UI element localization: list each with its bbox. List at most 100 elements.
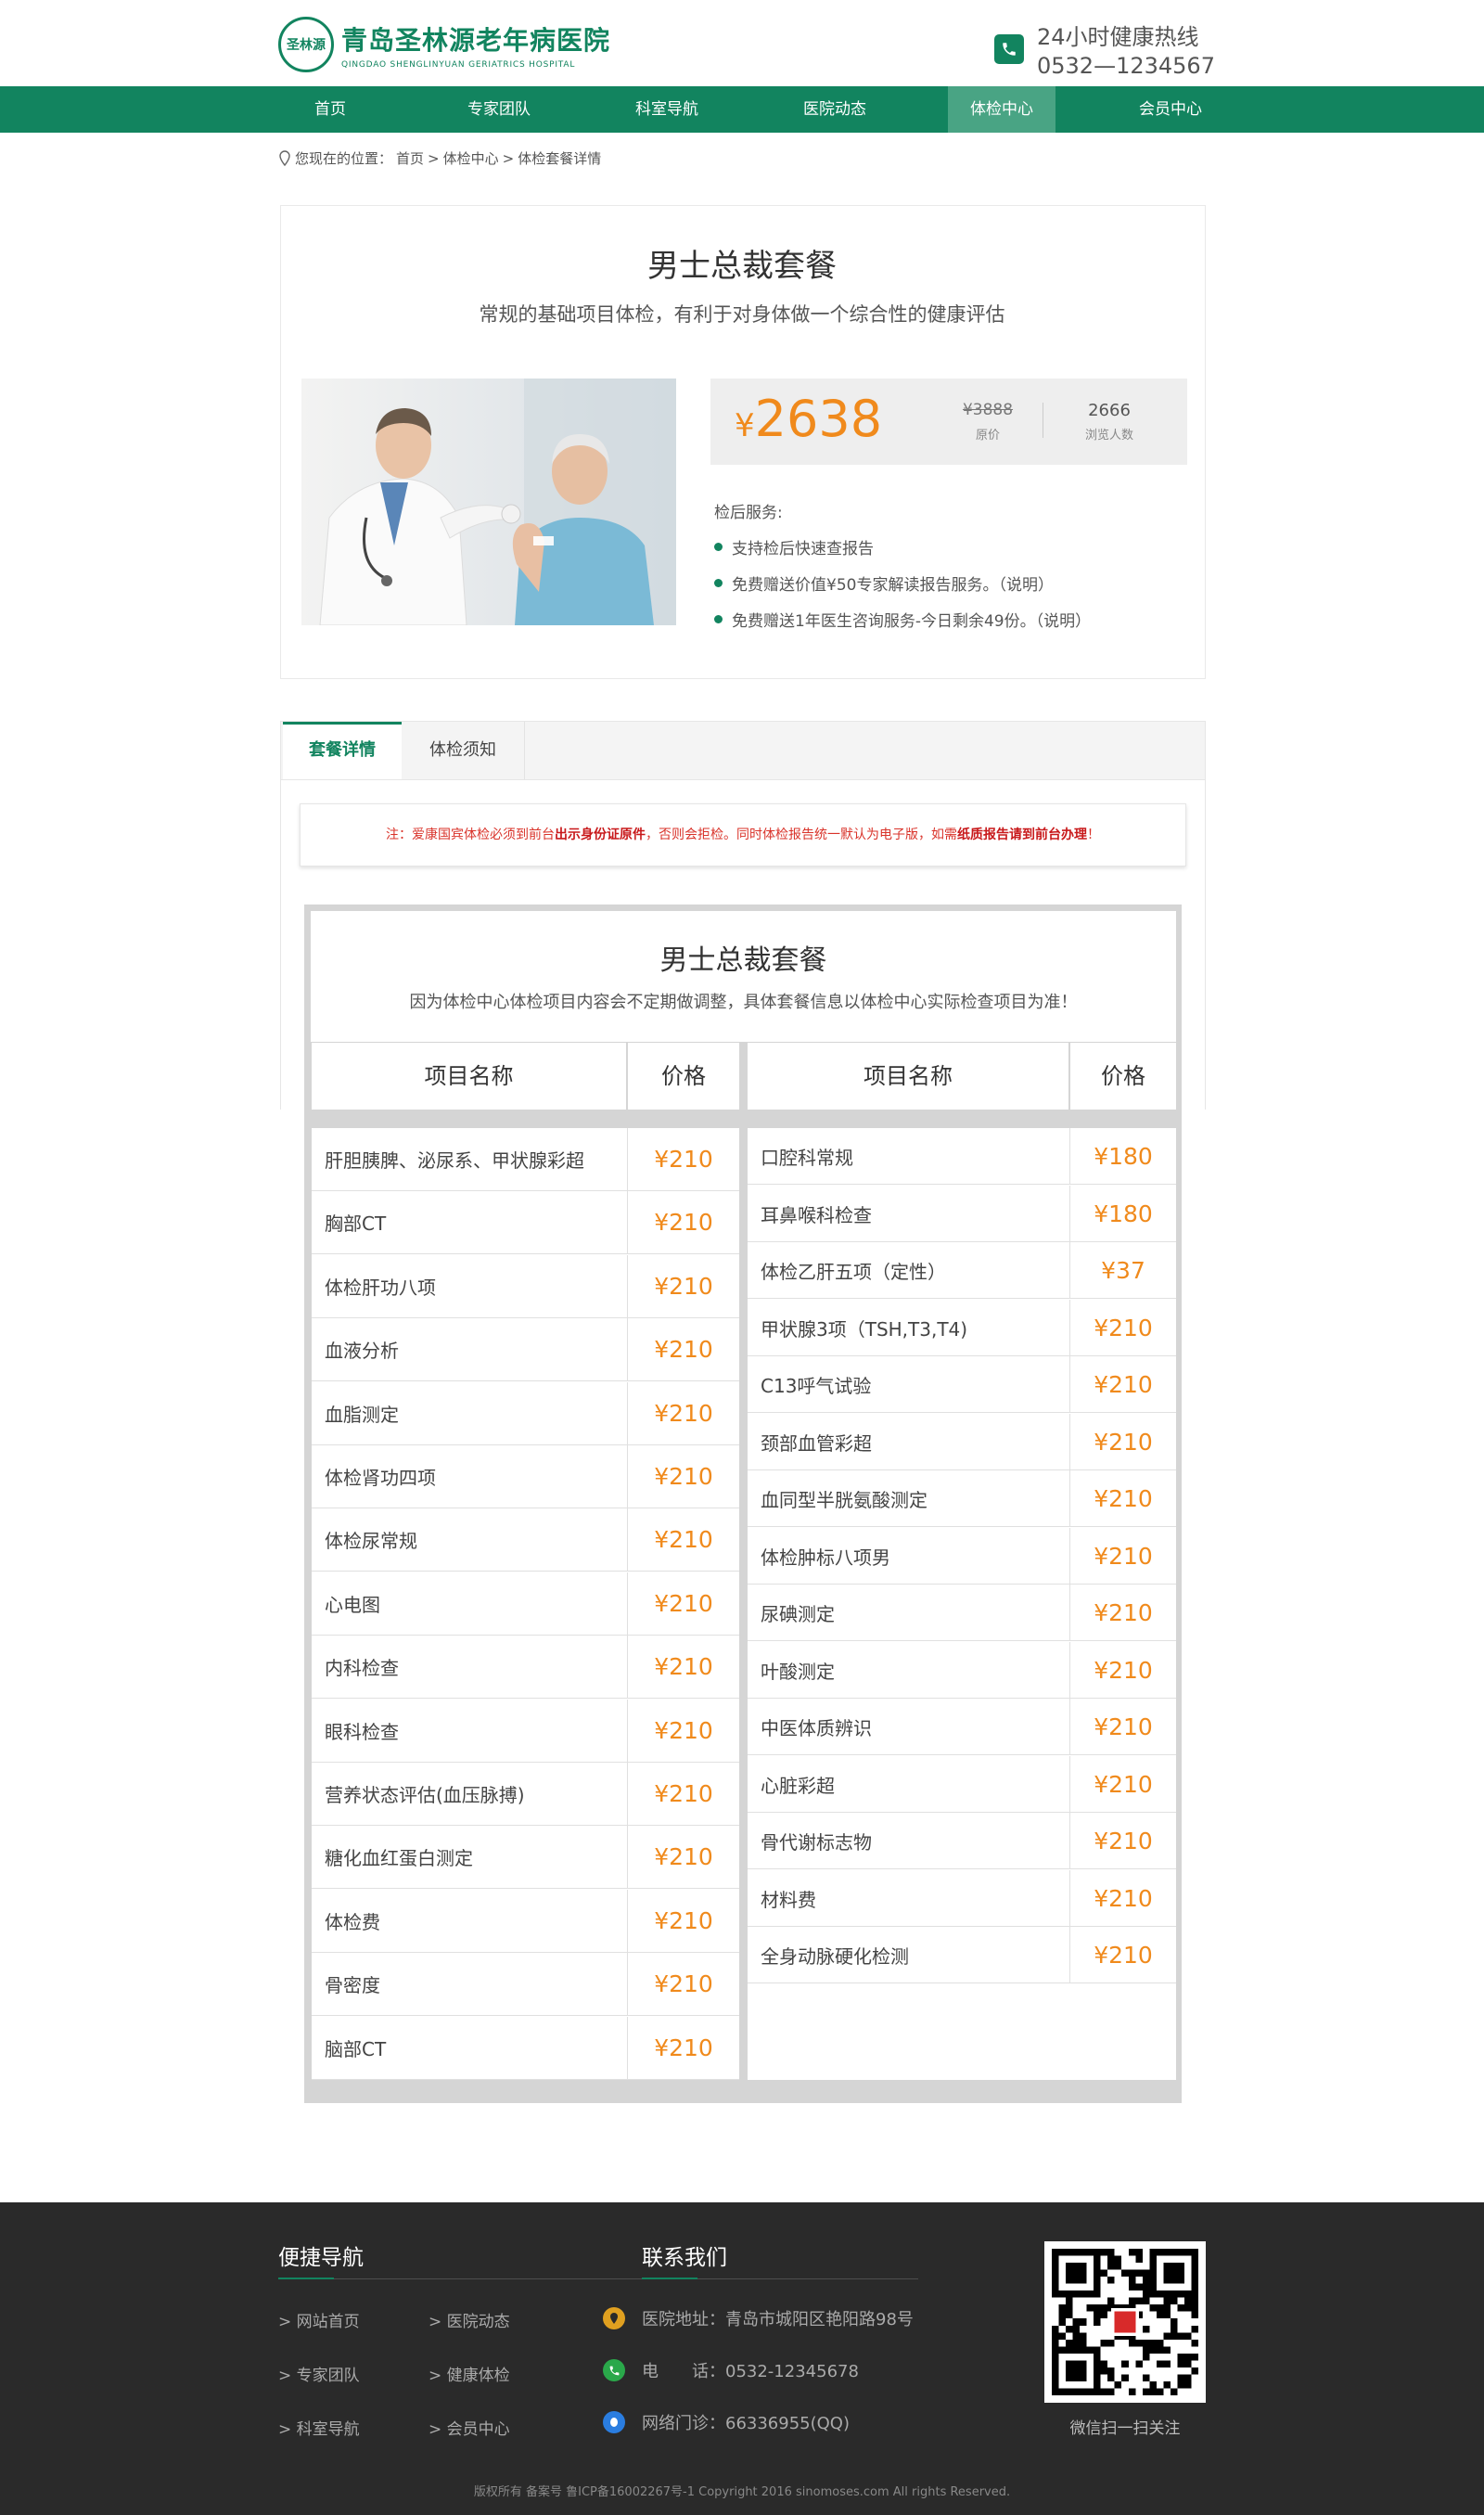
table-row: 骨代谢标志物 ¥210: [748, 1813, 1176, 1869]
item-name: 体检尿常规: [312, 1508, 628, 1571]
item-price: ¥180: [1094, 1142, 1153, 1170]
item-price: ¥210: [1094, 1941, 1153, 1969]
breadcrumb-checkup[interactable]: 体检中心: [443, 148, 499, 168]
hotline: 24小时健康热线 0532—1234567: [994, 19, 1215, 79]
services-title: 检后服务:: [714, 504, 783, 522]
item-name: 耳鼻喉科检查: [748, 1186, 1070, 1241]
table-row: 骨密度 ¥210: [312, 1953, 739, 2016]
nav-item-departments[interactable]: 科室导航: [583, 86, 750, 133]
breadcrumb-separator: >: [428, 149, 440, 167]
footer-link-departments[interactable]: > 科室导航: [278, 2416, 360, 2439]
item-name: 体检肾功四项: [312, 1445, 628, 1508]
col-header-name: 项目名称: [312, 1043, 626, 1110]
nav-item-home[interactable]: 首页: [247, 86, 414, 133]
footer-link-member[interactable]: > 会员中心: [429, 2416, 510, 2439]
item-name: 心电图: [312, 1572, 628, 1635]
breadcrumb-prefix: 您现在的位置：: [295, 150, 393, 167]
hospital-logo[interactable]: 圣林源 青岛圣林源老年病医院 QINGDAO SHENGLINYUAN GERI…: [278, 17, 610, 72]
footer-link-checkup[interactable]: > 健康体检: [429, 2362, 510, 2385]
breadcrumb-home[interactable]: 首页: [396, 148, 424, 168]
hotline-number: 0532—1234567: [1037, 53, 1215, 79]
item-name: 甲状腺3项（TSH,T3,T4): [748, 1300, 1070, 1355]
price-value: 2638: [754, 390, 883, 448]
table-row: 肝胆胰脾、泌尿系、甲状腺彩超 ¥210: [312, 1128, 739, 1191]
view-count: 2666: [1088, 401, 1131, 420]
original-price: ¥3888: [962, 401, 1014, 419]
table-row: 血脂测定 ¥210: [312, 1382, 739, 1445]
hospital-name-en: QINGDAO SHENGLINYUAN GERIATRICS HOSPITAL: [341, 59, 576, 70]
item-price: ¥210: [654, 1907, 713, 1934]
copyright: 版权所有 备案号 鲁ICP备16002267号-1 Copyright 2016…: [473, 2485, 1011, 2499]
table-row: 糖化血红蛋白测定 ¥210: [312, 1826, 739, 1889]
package-photo: [301, 379, 676, 625]
footer-contact-title: 联系我们: [642, 2246, 727, 2270]
footer-link-news[interactable]: > 医院动态: [429, 2308, 510, 2331]
item-price: ¥210: [1094, 1484, 1153, 1512]
item-price: ¥37: [1101, 1256, 1145, 1284]
phone-icon: [603, 2359, 625, 2381]
table-title: 男士总裁套餐: [659, 944, 827, 977]
location-pin-icon: [279, 149, 290, 166]
table-row: 体检尿常规 ¥210: [312, 1508, 739, 1572]
item-name: 糖化血红蛋白测定: [312, 1826, 628, 1888]
table-row: 耳鼻喉科检查 ¥180: [748, 1186, 1176, 1242]
qq-icon: [603, 2411, 625, 2433]
footer-link-home[interactable]: > 网站首页: [278, 2308, 360, 2331]
item-name: 血同型半胱氨酸测定: [748, 1470, 1070, 1526]
item-name: C13呼气试验: [748, 1356, 1070, 1412]
footer-qq: 网络门诊：66336955(QQ): [603, 2410, 850, 2434]
price-currency: ¥: [735, 407, 755, 444]
breadcrumb: 您现在的位置： 首页 > 体检中心 > 体检套餐详情: [278, 148, 601, 168]
nav-item-member[interactable]: 会员中心: [1087, 86, 1254, 133]
table-row: 口腔科常规 ¥180: [748, 1128, 1176, 1185]
footer-accent: [278, 2278, 334, 2279]
item-name: 心脏彩超: [748, 1756, 1070, 1812]
table-row: 甲状腺3项（TSH,T3,T4) ¥210: [748, 1300, 1176, 1356]
col-header-price: 价格: [1070, 1043, 1176, 1110]
item-name: 中医体质辨识: [748, 1699, 1070, 1754]
table-note: 因为体检中心体检项目内容会不定期做调整，具体套餐信息以体检中心实际检查项目为准！: [409, 993, 1078, 1012]
table-row: 体检费 ¥210: [312, 1890, 739, 1953]
table-column-right: 口腔科常规 ¥180 耳鼻喉科检查 ¥180 体检乙肝五项（定性） ¥37 甲状腺3项（TS…: [748, 1128, 1176, 2080]
footer-link-experts[interactable]: > 专家团队: [278, 2362, 360, 2385]
item-price: ¥210: [654, 1843, 713, 1870]
tab-package-details[interactable]: 套餐详情: [283, 722, 402, 779]
item-name: 体检乙肝五项（定性）: [748, 1242, 1070, 1298]
view-count-label: 浏览人数: [1084, 429, 1133, 443]
table-row: 体检肿标八项男 ¥210: [748, 1528, 1176, 1585]
table-row: C13呼气试验 ¥210: [748, 1356, 1176, 1413]
col-header-price: 价格: [628, 1043, 739, 1110]
phone-icon: [994, 33, 1024, 64]
hotline-title: 24小时健康热线: [1037, 24, 1199, 50]
table-column-left: 肝胆胰脾、泌尿系、甲状腺彩超 ¥210 胸部CT ¥210 体检肝功八项 ¥210 血液分析…: [312, 1128, 739, 2080]
item-price: ¥210: [1094, 1884, 1153, 1912]
footer-accent: [642, 2278, 697, 2279]
item-name: 体检肿标八项男: [748, 1528, 1070, 1584]
table-row: 材料费 ¥210: [748, 1870, 1176, 1927]
nav-item-experts[interactable]: 专家团队: [416, 86, 582, 133]
table-row: 心脏彩超 ¥210: [748, 1756, 1176, 1813]
item-price: ¥210: [1094, 1370, 1153, 1398]
item-price: ¥210: [654, 1653, 713, 1680]
table-row: 血同型半胱氨酸测定 ¥210: [748, 1470, 1176, 1527]
item-name: 口腔科常规: [748, 1128, 1070, 1184]
nav-item-news[interactable]: 医院动态: [751, 86, 918, 133]
item-name: 骨密度: [312, 1953, 628, 2015]
table-row: 脑部CT ¥210: [312, 2017, 739, 2080]
table-row: 营养状态评估(血压脉搏) ¥210: [312, 1763, 739, 1826]
item-name: 血脂测定: [312, 1382, 628, 1444]
tab-checkup-notice[interactable]: 体检须知: [402, 722, 525, 779]
item-name: 眼科检查: [312, 1700, 628, 1762]
package-title: 男士总裁套餐: [647, 248, 837, 285]
nav-item-checkup[interactable]: 体检中心: [948, 86, 1055, 133]
footer-nav-title: 便捷导航: [278, 2246, 364, 2270]
item-name: 尿碘测定: [748, 1585, 1070, 1640]
item-name: 体检肝功八项: [312, 1255, 628, 1317]
item-price: ¥210: [654, 1273, 713, 1300]
logo-badge-icon: 圣林源: [278, 17, 334, 72]
notice-box: 注：爱康国宾体检必须到前台出示身份证原件，否则会拒检。同时体检报告统一默认为电子…: [300, 803, 1186, 866]
item-name: 全身动脉硬化检测: [748, 1927, 1070, 1982]
service-item: 免费赠送价值¥50专家解读报告服务。（说明）: [714, 571, 1054, 595]
item-price: ¥210: [654, 1336, 713, 1363]
item-name: 叶酸测定: [748, 1642, 1070, 1698]
